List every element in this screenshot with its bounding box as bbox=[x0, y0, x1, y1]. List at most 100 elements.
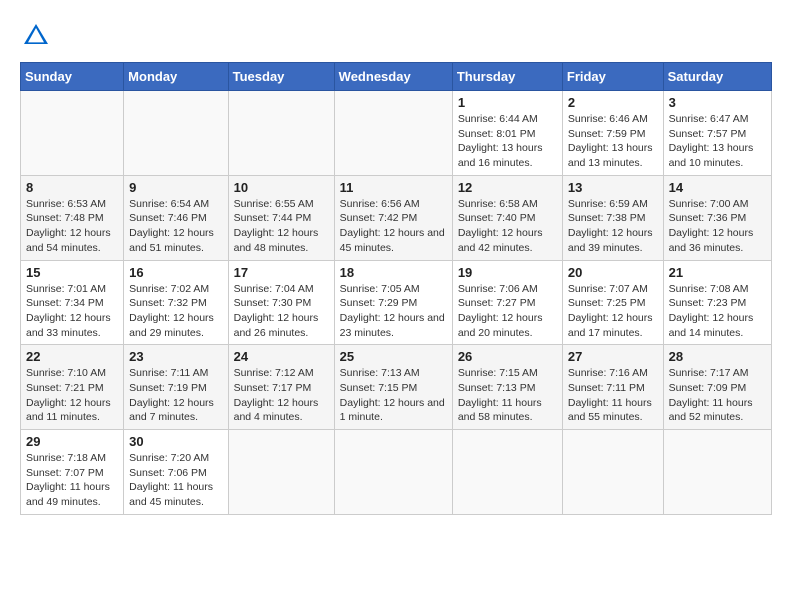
calendar-day: 17 Sunrise: 7:04 AMSunset: 7:30 PMDayligh… bbox=[228, 260, 334, 345]
header-sunday: Sunday bbox=[21, 63, 124, 91]
calendar-day: 8 Sunrise: 6:53 AMSunset: 7:48 PMDaylight… bbox=[21, 175, 124, 260]
day-number: 19 bbox=[458, 265, 557, 280]
calendar-day: 15 Sunrise: 7:01 AMSunset: 7:34 PMDayligh… bbox=[21, 260, 124, 345]
calendar-day: 20 Sunrise: 7:07 AMSunset: 7:25 PMDayligh… bbox=[562, 260, 663, 345]
day-number: 11 bbox=[340, 180, 447, 195]
day-info: Sunrise: 6:44 AMSunset: 8:01 PMDaylight:… bbox=[458, 112, 557, 171]
calendar-day bbox=[334, 430, 452, 515]
calendar-day: 10 Sunrise: 6:55 AMSunset: 7:44 PMDayligh… bbox=[228, 175, 334, 260]
day-info: Sunrise: 7:16 AMSunset: 7:11 PMDaylight:… bbox=[568, 366, 658, 425]
day-info: Sunrise: 7:15 AMSunset: 7:13 PMDaylight:… bbox=[458, 366, 557, 425]
calendar-day: 27 Sunrise: 7:16 AMSunset: 7:11 PMDayligh… bbox=[562, 345, 663, 430]
day-number: 26 bbox=[458, 349, 557, 364]
day-number: 28 bbox=[669, 349, 766, 364]
day-info: Sunrise: 7:04 AMSunset: 7:30 PMDaylight:… bbox=[234, 282, 329, 341]
day-number: 9 bbox=[129, 180, 222, 195]
day-info: Sunrise: 7:17 AMSunset: 7:09 PMDaylight:… bbox=[669, 366, 766, 425]
calendar-day bbox=[334, 91, 452, 176]
calendar-day: 26 Sunrise: 7:15 AMSunset: 7:13 PMDayligh… bbox=[452, 345, 562, 430]
day-number: 24 bbox=[234, 349, 329, 364]
calendar-header-row: SundayMondayTuesdayWednesdayThursdayFrid… bbox=[21, 63, 772, 91]
calendar-day: 1 Sunrise: 6:44 AMSunset: 8:01 PMDaylight… bbox=[452, 91, 562, 176]
day-number: 25 bbox=[340, 349, 447, 364]
calendar-day: 22 Sunrise: 7:10 AMSunset: 7:21 PMDayligh… bbox=[21, 345, 124, 430]
header-thursday: Thursday bbox=[452, 63, 562, 91]
calendar-day: 13 Sunrise: 6:59 AMSunset: 7:38 PMDayligh… bbox=[562, 175, 663, 260]
calendar-day: 24 Sunrise: 7:12 AMSunset: 7:17 PMDayligh… bbox=[228, 345, 334, 430]
day-info: Sunrise: 6:46 AMSunset: 7:59 PMDaylight:… bbox=[568, 112, 658, 171]
day-number: 29 bbox=[26, 434, 118, 449]
header-wednesday: Wednesday bbox=[334, 63, 452, 91]
header-friday: Friday bbox=[562, 63, 663, 91]
day-number: 1 bbox=[458, 95, 557, 110]
header-tuesday: Tuesday bbox=[228, 63, 334, 91]
calendar-table: SundayMondayTuesdayWednesdayThursdayFrid… bbox=[20, 62, 772, 515]
day-info: Sunrise: 7:18 AMSunset: 7:07 PMDaylight:… bbox=[26, 451, 118, 510]
day-number: 10 bbox=[234, 180, 329, 195]
day-number: 16 bbox=[129, 265, 222, 280]
day-info: Sunrise: 7:05 AMSunset: 7:29 PMDaylight:… bbox=[340, 282, 447, 341]
day-number: 21 bbox=[669, 265, 766, 280]
calendar-day: 12Sunrise: 6:58 AMSunset: 7:40 PMDayligh… bbox=[452, 175, 562, 260]
day-info: Sunrise: 7:20 AMSunset: 7:06 PMDaylight:… bbox=[129, 451, 222, 510]
day-info: Sunrise: 7:02 AMSunset: 7:32 PMDaylight:… bbox=[129, 282, 222, 341]
calendar-day bbox=[124, 91, 228, 176]
calendar-day bbox=[228, 430, 334, 515]
day-info: Sunrise: 7:12 AMSunset: 7:17 PMDaylight:… bbox=[234, 366, 329, 425]
calendar-week-row: 1 Sunrise: 6:44 AMSunset: 8:01 PMDaylight… bbox=[21, 91, 772, 176]
header-saturday: Saturday bbox=[663, 63, 771, 91]
day-number: 23 bbox=[129, 349, 222, 364]
day-info: Sunrise: 6:47 AMSunset: 7:57 PMDaylight:… bbox=[669, 112, 766, 171]
calendar-day bbox=[663, 430, 771, 515]
day-number: 14 bbox=[669, 180, 766, 195]
day-number: 3 bbox=[669, 95, 766, 110]
day-info: Sunrise: 6:53 AMSunset: 7:48 PMDaylight:… bbox=[26, 197, 118, 256]
calendar-day bbox=[21, 91, 124, 176]
calendar-day: 29 Sunrise: 7:18 AMSunset: 7:07 PMDayligh… bbox=[21, 430, 124, 515]
calendar-day: 30 Sunrise: 7:20 AMSunset: 7:06 PMDayligh… bbox=[124, 430, 228, 515]
calendar-day: 9 Sunrise: 6:54 AMSunset: 7:46 PMDaylight… bbox=[124, 175, 228, 260]
calendar-day: 23 Sunrise: 7:11 AMSunset: 7:19 PMDayligh… bbox=[124, 345, 228, 430]
calendar-week-row: 8 Sunrise: 6:53 AMSunset: 7:48 PMDaylight… bbox=[21, 175, 772, 260]
calendar-day: 18 Sunrise: 7:05 AMSunset: 7:29 PMDayligh… bbox=[334, 260, 452, 345]
page-header bbox=[20, 20, 772, 52]
calendar-week-row: 15 Sunrise: 7:01 AMSunset: 7:34 PMDayligh… bbox=[21, 260, 772, 345]
calendar-day: 19 Sunrise: 7:06 AMSunset: 7:27 PMDayligh… bbox=[452, 260, 562, 345]
day-number: 8 bbox=[26, 180, 118, 195]
day-number: 22 bbox=[26, 349, 118, 364]
calendar-day: 3 Sunrise: 6:47 AMSunset: 7:57 PMDaylight… bbox=[663, 91, 771, 176]
calendar-week-row: 22 Sunrise: 7:10 AMSunset: 7:21 PMDayligh… bbox=[21, 345, 772, 430]
calendar-day bbox=[562, 430, 663, 515]
calendar-day: 2 Sunrise: 6:46 AMSunset: 7:59 PMDaylight… bbox=[562, 91, 663, 176]
day-info: Sunrise: 7:06 AMSunset: 7:27 PMDaylight:… bbox=[458, 282, 557, 341]
calendar-day: 28 Sunrise: 7:17 AMSunset: 7:09 PMDayligh… bbox=[663, 345, 771, 430]
calendar-day: 25 Sunrise: 7:13 AMSunset: 7:15 PMDayligh… bbox=[334, 345, 452, 430]
calendar-day: 14 Sunrise: 7:00 AMSunset: 7:36 PMDayligh… bbox=[663, 175, 771, 260]
day-info: Sunrise: 7:11 AMSunset: 7:19 PMDaylight:… bbox=[129, 366, 222, 425]
calendar-day: 21 Sunrise: 7:08 AMSunset: 7:23 PMDayligh… bbox=[663, 260, 771, 345]
day-number: 17 bbox=[234, 265, 329, 280]
day-number: 27 bbox=[568, 349, 658, 364]
calendar-week-row: 29 Sunrise: 7:18 AMSunset: 7:07 PMDayligh… bbox=[21, 430, 772, 515]
day-number: 15 bbox=[26, 265, 118, 280]
day-info: Sunrise: 7:08 AMSunset: 7:23 PMDaylight:… bbox=[669, 282, 766, 341]
day-number: 20 bbox=[568, 265, 658, 280]
day-number: 2 bbox=[568, 95, 658, 110]
day-info: Sunrise: 6:55 AMSunset: 7:44 PMDaylight:… bbox=[234, 197, 329, 256]
day-info: Sunrise: 6:58 AMSunset: 7:40 PMDaylight:… bbox=[458, 197, 557, 256]
day-number: 30 bbox=[129, 434, 222, 449]
day-info: Sunrise: 7:01 AMSunset: 7:34 PMDaylight:… bbox=[26, 282, 118, 341]
calendar-day bbox=[228, 91, 334, 176]
day-info: Sunrise: 6:54 AMSunset: 7:46 PMDaylight:… bbox=[129, 197, 222, 256]
day-info: Sunrise: 7:00 AMSunset: 7:36 PMDaylight:… bbox=[669, 197, 766, 256]
calendar-day bbox=[452, 430, 562, 515]
day-info: Sunrise: 7:13 AMSunset: 7:15 PMDaylight:… bbox=[340, 366, 447, 425]
calendar-day: 16 Sunrise: 7:02 AMSunset: 7:32 PMDayligh… bbox=[124, 260, 228, 345]
logo-icon bbox=[20, 20, 52, 52]
calendar-day: 11Sunrise: 6:56 AMSunset: 7:42 PMDayligh… bbox=[334, 175, 452, 260]
day-info: Sunrise: 6:59 AMSunset: 7:38 PMDaylight:… bbox=[568, 197, 658, 256]
day-number: 18 bbox=[340, 265, 447, 280]
day-number: 13 bbox=[568, 180, 658, 195]
day-info: Sunrise: 7:10 AMSunset: 7:21 PMDaylight:… bbox=[26, 366, 118, 425]
day-info: Sunrise: 7:07 AMSunset: 7:25 PMDaylight:… bbox=[568, 282, 658, 341]
